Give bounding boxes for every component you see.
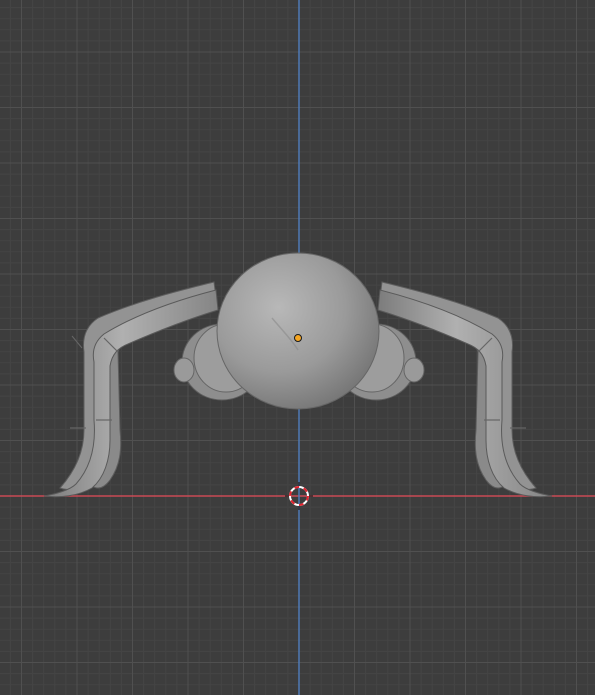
object-origin-dot bbox=[294, 334, 302, 342]
3d-viewport[interactable] bbox=[0, 0, 595, 695]
spider-body bbox=[216, 252, 380, 410]
spider-model[interactable] bbox=[43, 252, 553, 498]
left-front-legs bbox=[43, 289, 219, 498]
